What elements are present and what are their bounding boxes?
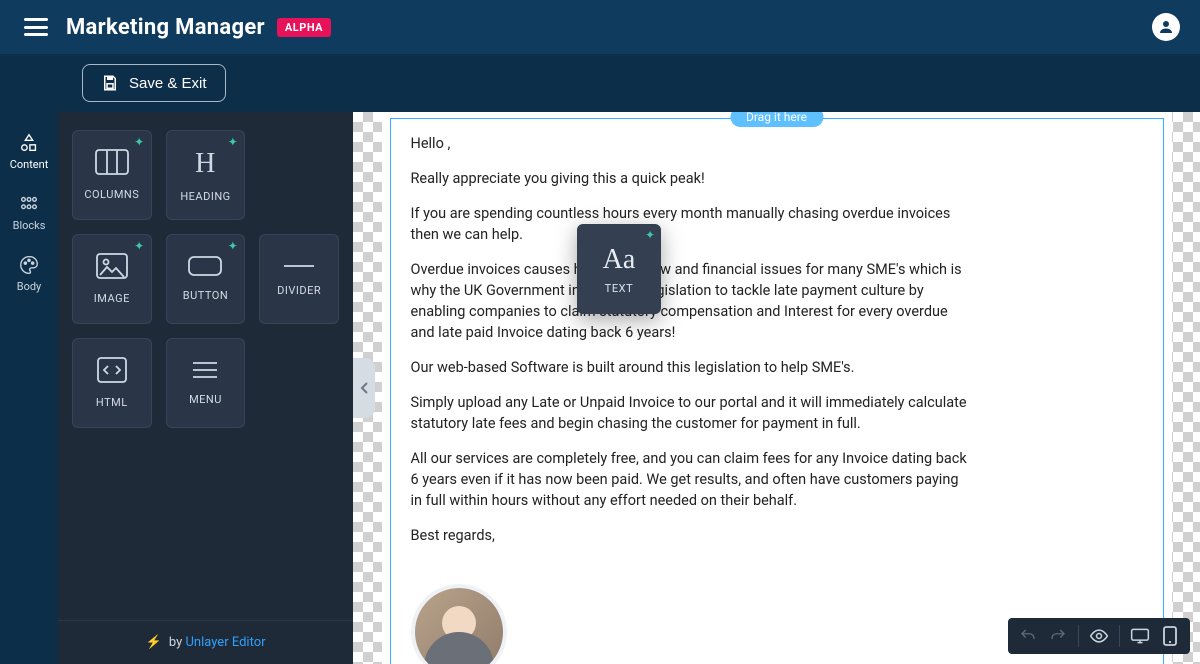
block-label: IMAGE [94,292,130,305]
drop-hint: Drag it here [730,112,823,127]
undo-button[interactable] [1014,622,1042,650]
sparkle-icon: ✦ [134,239,145,253]
text-icon: Aa [603,244,636,276]
account-icon[interactable] [1152,13,1180,41]
email-paragraph: Really appreciate you giving this a quic… [411,168,973,189]
app-title: Marketing Manager [66,15,265,40]
image-icon [96,253,128,282]
topbar: Marketing Manager ALPHA [0,0,1200,54]
email-paragraph: Simply upload any Late or Unpaid Invoice… [411,392,973,434]
save-exit-label: Save & Exit [129,75,207,92]
block-html[interactable]: HTML [72,338,152,428]
separator [1119,625,1120,647]
grid-icon [18,193,40,215]
email-paragraph: Hello , [411,133,973,154]
mobile-icon [1163,626,1177,646]
code-icon [97,357,127,386]
menu-lines-icon [191,360,219,383]
rail-item-body[interactable]: Body [0,246,58,303]
sparkle-icon: ✦ [134,135,145,149]
rail-label: Content [0,158,58,171]
email-paragraph: All our services are completely free, an… [411,448,973,511]
block-label: MENU [189,393,222,406]
block-image[interactable]: ✦ IMAGE [72,234,152,324]
block-label: HEADING [180,190,230,203]
shapes-icon [18,132,40,154]
signature-avatar [411,584,507,664]
block-label: COLUMNS [84,188,139,201]
canvas: Drag it here Hello , Really appreciate y… [353,112,1200,664]
block-menu[interactable]: MENU [166,338,246,428]
blocks-panel: ✦ COLUMNS ✦ H HEADING ✦ IMAGE ✦ [58,112,353,664]
desktop-icon [1130,627,1150,645]
desktop-view-button[interactable] [1126,622,1154,650]
undo-icon [1019,627,1037,645]
separator [1078,625,1079,647]
drag-ghost-text-block[interactable]: ✦ Aa TEXT [577,224,661,314]
preview-button[interactable] [1085,622,1113,650]
email-paragraph: Best regards, [411,525,973,546]
alpha-badge: ALPHA [277,18,331,37]
save-icon [101,74,119,92]
canvas-action-bar [1008,618,1190,654]
palette-icon [18,254,40,276]
redo-icon [1049,627,1067,645]
rail-item-content[interactable]: Content [0,124,58,181]
redo-button[interactable] [1044,622,1072,650]
sparkle-icon: ✦ [228,135,239,149]
nav-rail: Content Blocks Body [0,112,58,664]
email-body[interactable]: Hello , Really appreciate you giving thi… [391,119,1163,580]
block-divider[interactable]: DIVIDER [259,234,339,324]
credit-prefix: by [169,635,186,650]
drop-zone[interactable]: Drag it here Hello , Really appreciate y… [390,118,1164,664]
block-label: BUTTON [183,289,228,302]
block-label: HTML [96,396,128,409]
button-icon [188,256,222,279]
email-frame: Drag it here Hello , Really appreciate y… [382,112,1172,664]
unlayer-link[interactable]: Unlayer Editor [185,635,265,650]
columns-icon [95,149,129,178]
toolbar: Save & Exit [0,54,1200,112]
block-button[interactable]: ✦ BUTTON [166,234,246,324]
chevron-left-icon [358,381,370,395]
email-paragraph: Our web-based Software is built around t… [411,357,973,378]
divider-icon [282,261,316,274]
block-columns[interactable]: ✦ COLUMNS [72,130,152,220]
hamburger-menu-icon[interactable] [24,18,48,36]
rail-label: Body [0,280,58,293]
block-heading[interactable]: ✦ H HEADING [166,130,246,220]
email-paragraph: If you are spending countless hours ever… [411,203,973,245]
block-label: DIVIDER [277,284,321,297]
unlayer-credit: ⚡ by Unlayer Editor [58,620,353,664]
sparkle-icon: ✦ [228,239,239,253]
rail-item-blocks[interactable]: Blocks [0,185,58,242]
rail-label: Blocks [0,219,58,232]
heading-icon: H [195,148,216,180]
sparkle-icon: ✦ [645,228,655,242]
save-exit-button[interactable]: Save & Exit [82,64,226,102]
drag-ghost-label: TEXT [605,282,634,295]
email-paragraph: Overdue invoices causes huge cash flow a… [411,259,973,343]
main: Content Blocks Body ✦ COLUMNS ✦ H HEADIN… [0,112,1200,664]
mobile-view-button[interactable] [1156,622,1184,650]
eye-icon [1089,628,1109,644]
collapse-sidebar-handle[interactable] [353,358,375,418]
block-grid: ✦ COLUMNS ✦ H HEADING ✦ IMAGE ✦ [72,130,339,428]
bolt-icon: ⚡ [145,635,161,650]
